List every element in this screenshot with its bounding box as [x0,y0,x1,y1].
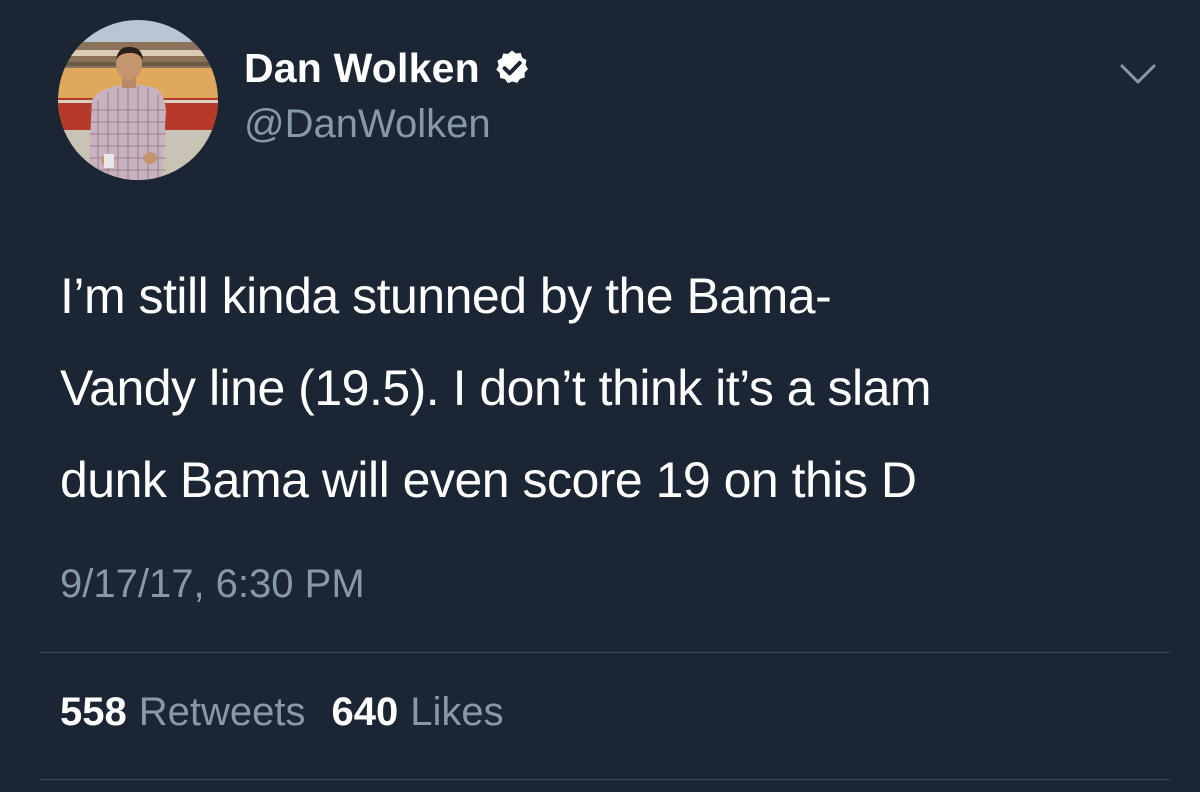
divider [40,779,1170,780]
divider [40,652,1170,653]
tweet-text-line: dunk Bama will even score 19 on this D [60,452,917,508]
author-info: Dan Wolken @DanWolken [244,44,532,147]
name-row: Dan Wolken [244,44,532,92]
tweet-text: I’m still kinda stunned by the Bama- Van… [60,250,1170,526]
chevron-down-icon[interactable] [1118,60,1158,90]
tweet-text-line: I’m still kinda stunned by the Bama- [60,268,832,324]
likes-label: Likes [410,690,504,734]
verified-badge-icon [492,48,532,88]
display-name[interactable]: Dan Wolken [244,45,480,92]
retweets-stat[interactable]: 558 Retweets [60,690,306,735]
retweets-label: Retweets [138,690,306,734]
tweet-timestamp[interactable]: 9/17/17, 6:30 PM [60,562,365,607]
retweets-count: 558 [60,690,127,734]
likes-stat[interactable]: 640 Likes [332,690,504,735]
tweet-text-line: Vandy line (19.5). I don’t think it’s a … [60,360,932,416]
engagement-stats: 558 Retweets 640 Likes [60,690,530,735]
tweet-detail: Dan Wolken @DanWolken I’m still kinda st… [0,0,1200,792]
user-handle[interactable]: @DanWolken [244,102,532,147]
likes-count: 640 [331,690,399,734]
avatar[interactable] [58,20,218,180]
avatar-photo [58,20,218,180]
